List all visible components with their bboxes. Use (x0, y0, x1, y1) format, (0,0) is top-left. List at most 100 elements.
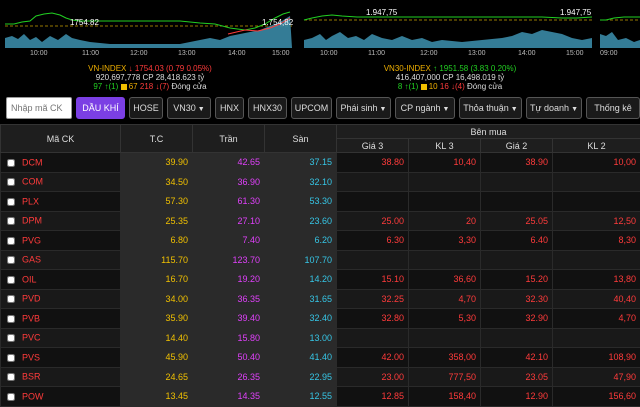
header-bid-price-2[interactable]: Giá 2 (481, 139, 553, 153)
tab-cp-nganh[interactable]: CP ngành▼ (395, 97, 455, 119)
header-bid-vol-2[interactable]: KL 2 (553, 139, 640, 153)
bid-price-3-cell[interactable]: 42.00 (337, 348, 409, 368)
bid-price-2-cell[interactable]: 42.10 (481, 348, 553, 368)
symbol-label[interactable]: POW (22, 392, 44, 402)
tab-hnx30[interactable]: HNX30 (248, 97, 287, 119)
bid-price-2-cell[interactable]: 25.05 (481, 211, 553, 231)
symbol-label[interactable]: DPM (22, 216, 42, 226)
row-checkbox[interactable] (7, 315, 15, 323)
header-bid-vol-3[interactable]: KL 3 (409, 139, 481, 153)
symbol-search-input[interactable] (11, 103, 73, 113)
bid-price-2-cell[interactable]: 6.40 (481, 231, 553, 251)
row-checkbox[interactable] (7, 334, 15, 342)
row-checkbox[interactable] (7, 237, 15, 245)
symbol-cell[interactable]: COM (1, 172, 121, 192)
table-row[interactable]: PVC14.4015.8013.00 (1, 328, 640, 348)
bid-price-3-cell[interactable]: 38.80 (337, 153, 409, 173)
table-row[interactable]: PVG6.807.406.206.303,306.408,30 (1, 231, 640, 251)
symbol-label[interactable]: PVB (22, 314, 40, 324)
vnindex-chart[interactable]: 1754.82 1.754,82 10:00 11:00 12:00 13:00… (0, 4, 295, 60)
symbol-label[interactable]: BSR (22, 372, 41, 382)
bid-price-3-cell[interactable]: 32.80 (337, 309, 409, 329)
tab-hose[interactable]: HOSE (129, 97, 163, 119)
table-row[interactable]: DPM25.3527.1023.6025.002025.0512,50 (1, 211, 640, 231)
symbol-label[interactable]: PVD (22, 294, 41, 304)
tab-phai-sinh[interactable]: Phái sinh▼ (336, 97, 391, 119)
table-row[interactable]: GAS115.70123.70107.70 (1, 250, 640, 270)
bid-price-3-cell[interactable]: 15.10 (337, 270, 409, 290)
row-checkbox[interactable] (7, 178, 15, 186)
bid-price-2-cell[interactable] (481, 172, 553, 192)
row-checkbox[interactable] (7, 217, 15, 225)
bid-price-2-cell[interactable]: 32.90 (481, 309, 553, 329)
bid-price-3-cell[interactable] (337, 192, 409, 212)
bid-price-2-cell[interactable] (481, 328, 553, 348)
table-row[interactable]: PVB35.9039.4032.4032.805,3032.904,70 (1, 309, 640, 329)
symbol-label[interactable]: PLX (22, 197, 39, 207)
header-ref[interactable]: T.C (121, 125, 193, 153)
bid-price-3-cell[interactable] (337, 328, 409, 348)
symbol-cell[interactable]: PLX (1, 192, 121, 212)
symbol-cell[interactable]: PVD (1, 289, 121, 309)
symbol-cell[interactable]: PVS (1, 348, 121, 368)
tab-hnx[interactable]: HNX (215, 97, 244, 119)
bid-price-2-cell[interactable] (481, 192, 553, 212)
row-checkbox[interactable] (7, 393, 15, 401)
symbol-label[interactable]: PVC (22, 333, 41, 343)
symbol-cell[interactable]: PVG (1, 231, 121, 251)
bid-price-3-cell[interactable] (337, 250, 409, 270)
row-checkbox[interactable] (7, 276, 15, 284)
bid-price-3-cell[interactable]: 23.00 (337, 367, 409, 387)
symbol-label[interactable]: PVS (22, 353, 40, 363)
bid-price-3-cell[interactable] (337, 172, 409, 192)
symbol-cell[interactable]: DPM (1, 211, 121, 231)
table-row[interactable]: POW13.4514.3512.5512.85158,4012.90156,60 (1, 387, 640, 407)
row-checkbox[interactable] (7, 256, 15, 264)
table-row[interactable]: OIL16.7019.2014.2015.1036,6015.2013,80 (1, 270, 640, 290)
bid-price-2-cell[interactable]: 32.30 (481, 289, 553, 309)
symbol-label[interactable]: GAS (22, 255, 41, 265)
table-row[interactable]: PVS45.9050.4041.4042.00358,0042.10108,90 (1, 348, 640, 368)
row-checkbox[interactable] (7, 295, 15, 303)
symbol-label[interactable]: PVG (22, 236, 41, 246)
table-row[interactable]: DCM39.9042.6537.1538.8010,4038.9010,00 (1, 153, 640, 173)
header-floor[interactable]: Sàn (265, 125, 337, 153)
header-ceiling[interactable]: Trần (193, 125, 265, 153)
tab-vn30[interactable]: VN30▼ (167, 97, 211, 119)
symbol-search[interactable] (6, 97, 72, 119)
tab-upcom[interactable]: UPCOM (291, 97, 332, 119)
row-checkbox[interactable] (7, 198, 15, 206)
symbol-cell[interactable]: OIL (1, 270, 121, 290)
header-bid-price-3[interactable]: Giá 3 (337, 139, 409, 153)
tab-tu-doanh[interactable]: Tự doanh▼ (526, 97, 582, 119)
bid-price-2-cell[interactable]: 12.90 (481, 387, 553, 407)
symbol-label[interactable]: OIL (22, 275, 37, 285)
bid-price-3-cell[interactable]: 32.25 (337, 289, 409, 309)
table-row[interactable]: COM34.5036.9032.10 (1, 172, 640, 192)
table-row[interactable]: BSR24.6526.3522.9523.00777,5023.0547,90 (1, 367, 640, 387)
bid-price-2-cell[interactable]: 15.20 (481, 270, 553, 290)
table-row[interactable]: PVD34.0036.3531.6532.254,7032.3040,40 (1, 289, 640, 309)
bid-price-3-cell[interactable]: 25.00 (337, 211, 409, 231)
header-symbol[interactable]: Mã CK (1, 125, 121, 153)
symbol-cell[interactable]: PVC (1, 328, 121, 348)
tab-dau-khi[interactable]: DẦU KHÍ (76, 97, 125, 119)
symbol-label[interactable]: COM (22, 177, 43, 187)
bid-price-3-cell[interactable]: 6.30 (337, 231, 409, 251)
symbol-cell[interactable]: DCM (1, 153, 121, 173)
third-chart[interactable]: 09:00 (600, 4, 640, 60)
row-checkbox[interactable] (7, 373, 15, 381)
symbol-cell[interactable]: PVB (1, 309, 121, 329)
bid-price-2-cell[interactable]: 38.90 (481, 153, 553, 173)
tab-thong-ke[interactable]: Thống kê (586, 97, 640, 119)
vn30-chart[interactable]: 1.947,75 1.947,75 10:00 11:00 12:00 13:0… (302, 4, 594, 60)
row-checkbox[interactable] (7, 159, 15, 167)
symbol-label[interactable]: DCM (22, 158, 43, 168)
tab-thoa-thuan[interactable]: Thỏa thuận▼ (459, 97, 522, 119)
bid-price-2-cell[interactable]: 23.05 (481, 367, 553, 387)
row-checkbox[interactable] (7, 354, 15, 362)
bid-price-3-cell[interactable]: 12.85 (337, 387, 409, 407)
symbol-cell[interactable]: GAS (1, 250, 121, 270)
table-row[interactable]: PLX57.3061.3053.30 (1, 192, 640, 212)
symbol-cell[interactable]: POW (1, 387, 121, 407)
